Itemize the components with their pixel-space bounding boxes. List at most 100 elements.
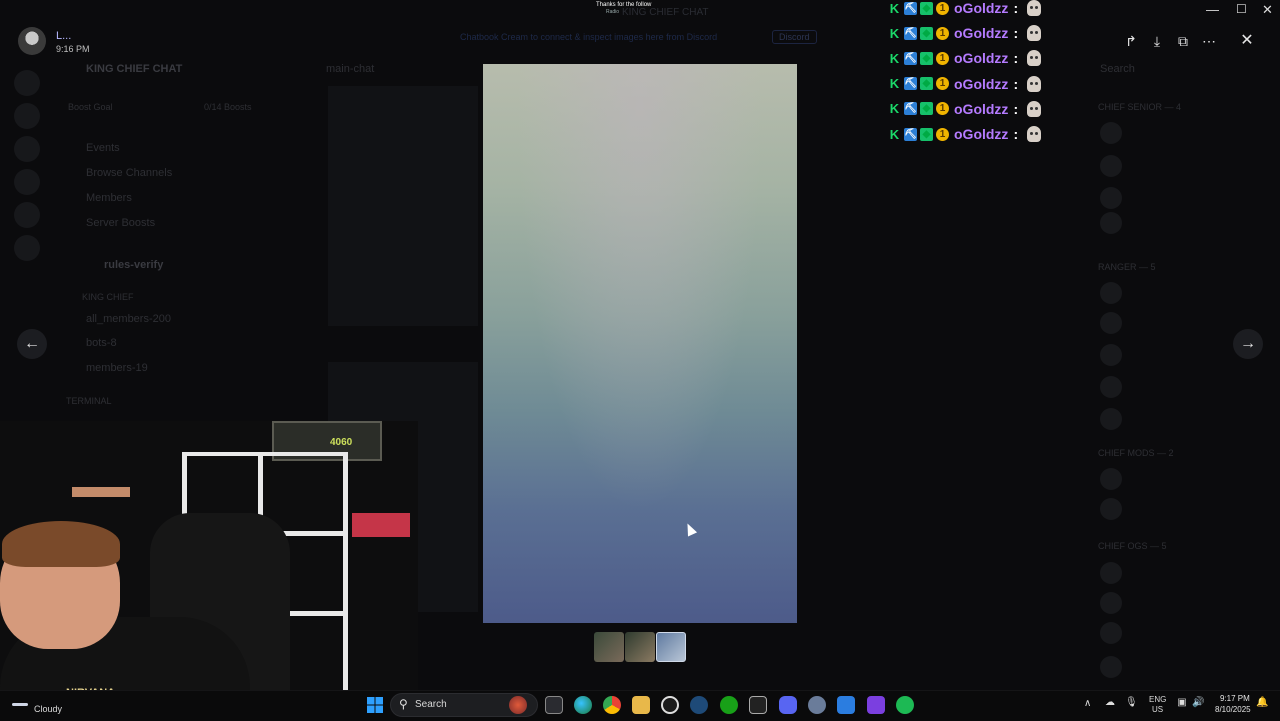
chat-message: K ⛏ ◆ 1 oGoldzz: <box>888 48 1042 68</box>
steam-icon[interactable] <box>690 696 708 714</box>
gem-badge-icon: ◆ <box>920 127 933 141</box>
previous-image-button[interactable]: ← <box>17 329 47 359</box>
member-avatar[interactable] <box>1100 344 1122 366</box>
member-avatar[interactable] <box>1100 282 1122 304</box>
window-title: KING CHIEF CHAT <box>622 7 709 18</box>
thumbnail[interactable] <box>625 632 655 662</box>
server-name[interactable]: KING CHIEF CHAT <box>86 63 182 75</box>
sidebar-item-server-boosts[interactable]: Server Boosts <box>86 217 155 229</box>
microphone-icon[interactable]: 🎙 <box>1125 697 1138 709</box>
member-avatar[interactable] <box>1100 212 1122 234</box>
thumbnail[interactable] <box>594 632 624 662</box>
gem-badge-icon: ◆ <box>920 51 933 65</box>
member-section: CHIEF OGS — 5 <box>1098 541 1167 551</box>
gem-badge-icon: ◆ <box>920 102 933 116</box>
language-indicator[interactable]: ENG <box>1149 695 1166 704</box>
sidebar-item-members[interactable]: Members <box>86 192 132 204</box>
store-icon[interactable] <box>837 696 855 714</box>
file-explorer-icon[interactable] <box>632 696 650 714</box>
pickaxe-badge-icon: ⛏ <box>904 26 917 40</box>
server-icon[interactable] <box>14 235 40 261</box>
weather-label[interactable]: Cloudy <box>34 704 62 714</box>
kick-badge-icon: K <box>889 76 900 92</box>
epic-games-icon[interactable] <box>749 696 767 714</box>
member-avatar[interactable] <box>1100 656 1122 678</box>
message-timestamp: 9:16 PM <box>56 44 90 54</box>
member-avatar[interactable] <box>1100 592 1122 614</box>
open-external-icon[interactable]: ⧉ <box>1172 30 1194 52</box>
xbox-icon[interactable] <box>720 696 738 714</box>
banner-button[interactable]: Discord <box>772 30 817 44</box>
app-icon[interactable] <box>867 696 885 714</box>
thumbnail-selected[interactable] <box>656 632 686 662</box>
red-object <box>352 513 410 537</box>
maximize-button[interactable]: ☐ <box>1236 2 1247 16</box>
sidebar-item-events[interactable]: Events <box>86 142 120 154</box>
clock-time[interactable]: 9:17 PM <box>1220 694 1250 703</box>
windows-start-icon[interactable] <box>367 697 383 713</box>
member-avatar[interactable] <box>1100 562 1122 584</box>
chat-separator: : <box>1013 126 1019 142</box>
category-terminal[interactable]: TERMINAL <box>66 396 112 406</box>
member-avatar[interactable] <box>1100 122 1122 144</box>
taskbar-search-label: Search <box>415 699 447 710</box>
member-avatar[interactable] <box>1100 468 1122 490</box>
edge-icon[interactable] <box>574 696 592 714</box>
cloud-icon[interactable] <box>12 703 28 706</box>
member-avatar[interactable] <box>1100 376 1122 398</box>
channel-rules-verify[interactable]: rules-verify <box>104 259 163 271</box>
more-icon[interactable]: ⋯ <box>1198 30 1220 52</box>
task-view-icon[interactable] <box>545 696 563 714</box>
member-avatar[interactable] <box>1100 312 1122 334</box>
server-icon[interactable] <box>14 202 40 228</box>
chat-separator: : <box>1013 25 1019 42</box>
server-icon[interactable] <box>14 70 40 96</box>
sidebar-item-browse-channels[interactable]: Browse Channels <box>86 167 172 179</box>
member-search[interactable]: Search <box>1100 63 1135 75</box>
kick-badge-icon: K <box>889 50 900 66</box>
chat-username: oGoldzz <box>954 0 1009 16</box>
chat-username: oGoldzz <box>954 126 1009 142</box>
chat-separator: : <box>1013 50 1019 67</box>
tray-overflow-icon[interactable]: ∧ <box>1084 698 1091 709</box>
notification-icon[interactable]: 🔔 <box>1256 697 1268 709</box>
network-icon[interactable]: ▣ <box>1176 697 1188 709</box>
category-king-chief[interactable]: KING CHIEF <box>82 292 134 302</box>
member-avatar[interactable] <box>1100 155 1122 177</box>
clock-date[interactable]: 8/10/2025 <box>1215 705 1251 714</box>
channel-members[interactable]: members-19 <box>86 362 148 374</box>
forward-icon[interactable]: ↱ <box>1120 30 1142 52</box>
settings-icon[interactable] <box>808 696 826 714</box>
member-avatar[interactable] <box>1100 408 1122 430</box>
close-icon[interactable]: ✕ <box>1236 30 1258 52</box>
member-avatar[interactable] <box>1100 187 1122 209</box>
channel-all-members[interactable]: all_members-200 <box>86 313 171 325</box>
download-icon[interactable]: ⤓ <box>1146 30 1168 52</box>
next-image-button[interactable]: → <box>1233 329 1263 359</box>
discord-icon[interactable] <box>779 696 797 714</box>
pickaxe-badge-icon: ⛏ <box>904 1 917 15</box>
onedrive-icon[interactable]: ☁ <box>1104 697 1116 709</box>
minimize-button[interactable]: — <box>1206 2 1219 17</box>
author-avatar[interactable] <box>18 27 46 55</box>
channel-name: main-chat <box>326 63 375 75</box>
obs-icon[interactable] <box>661 696 679 714</box>
chrome-icon[interactable] <box>603 696 621 714</box>
spotify-icon[interactable] <box>896 696 914 714</box>
channel-bots[interactable]: bots-8 <box>86 337 117 349</box>
server-icon[interactable] <box>14 169 40 195</box>
region-indicator[interactable]: US <box>1152 705 1163 714</box>
tier-one-badge-icon: 1 <box>936 51 949 65</box>
server-icon[interactable] <box>14 103 40 129</box>
chat-message: K ⛏ ◆ 1 oGoldzz: <box>888 74 1042 94</box>
boost-count: 0/14 Boosts <box>204 102 252 112</box>
skull-emote-icon <box>1027 0 1042 16</box>
server-icon[interactable] <box>14 136 40 162</box>
search-highlight-icon[interactable] <box>509 696 527 714</box>
member-avatar[interactable] <box>1100 498 1122 520</box>
member-avatar[interactable] <box>1100 622 1122 644</box>
window-close-button[interactable]: ✕ <box>1262 2 1273 18</box>
pickaxe-badge-icon: ⛏ <box>904 51 917 65</box>
volume-icon[interactable]: 🔊 <box>1192 697 1204 709</box>
author-name[interactable]: L... <box>56 30 71 42</box>
